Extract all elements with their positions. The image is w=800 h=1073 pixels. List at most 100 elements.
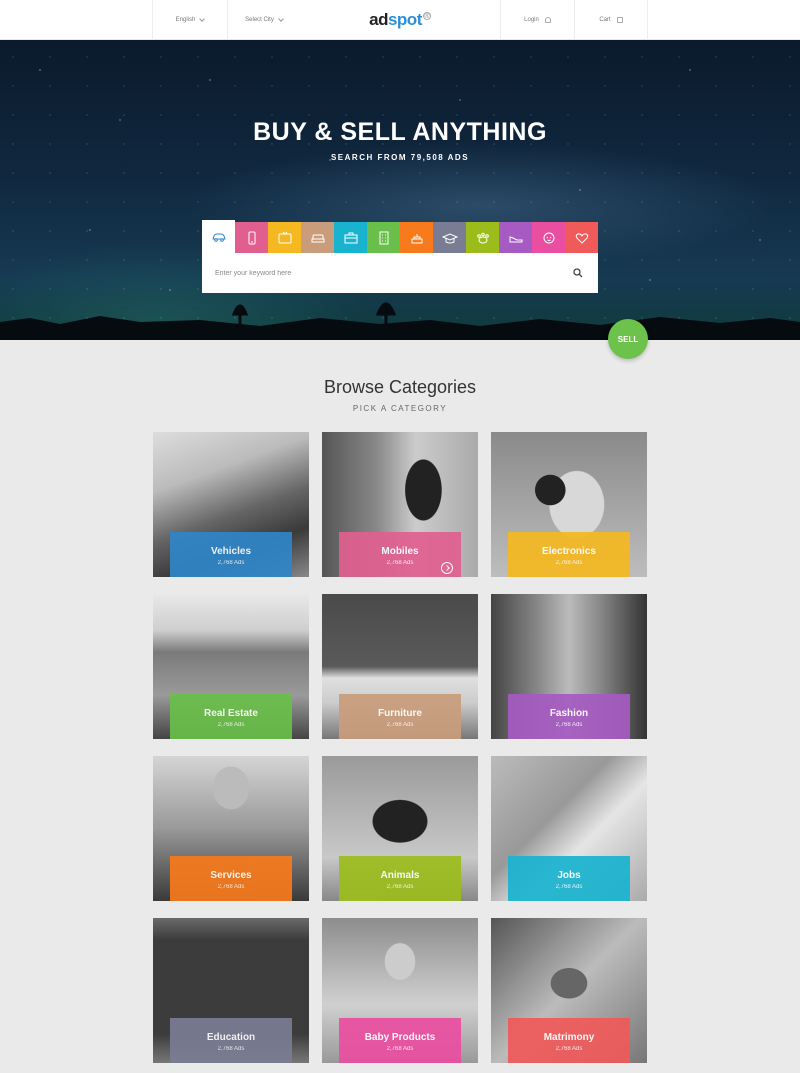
sell-button[interactable]: SELL	[608, 319, 648, 359]
category-name: Education	[206, 1032, 256, 1043]
category-name: Real Estate	[204, 708, 258, 719]
category-count: 2,768 Ads	[386, 560, 414, 566]
tab-jobs[interactable]	[334, 222, 367, 254]
tab-matrimony[interactable]	[565, 222, 598, 254]
heart-icon	[575, 233, 588, 244]
category-name: Matrimony	[543, 1032, 595, 1043]
search-input[interactable]	[215, 269, 558, 277]
category-count: 2,768 Ads	[217, 884, 245, 890]
arrow-right-icon[interactable]	[441, 562, 453, 574]
tab-vehicles[interactable]	[202, 220, 235, 254]
user-icon	[544, 17, 551, 23]
category-label: Electronics 2,768 Ads	[508, 532, 630, 577]
category-count: 2,768 Ads	[555, 884, 583, 890]
category-card-fashion[interactable]: Fashion 2,768 Ads	[491, 594, 647, 739]
category-card-furniture[interactable]: Furniture 2,768 Ads	[322, 594, 478, 739]
category-tabs	[202, 220, 598, 254]
tab-education[interactable]	[433, 222, 466, 254]
category-label: Education 2,768 Ads	[170, 1018, 292, 1063]
category-label: Mobiles 2,768 Ads	[339, 532, 461, 577]
category-card-electronics[interactable]: Electronics 2,768 Ads	[491, 432, 647, 577]
language-selector[interactable]: English	[152, 0, 227, 40]
category-name: Electronics	[542, 546, 596, 557]
logo[interactable]: adspot ®	[300, 0, 500, 40]
tab-real-estate[interactable]	[367, 222, 400, 254]
category-label: Animals 2,768 Ads	[339, 856, 461, 901]
category-card-animals[interactable]: Animals 2,768 Ads	[322, 756, 478, 901]
category-count: 2,768 Ads	[217, 722, 245, 728]
logo-text-spot: spot	[387, 10, 422, 29]
language-label: English	[175, 17, 196, 23]
category-count: 2,768 Ads	[386, 722, 414, 728]
category-count: 2,768 Ads	[217, 1046, 245, 1052]
tv-icon	[278, 231, 291, 244]
category-card-jobs[interactable]: Jobs 2,768 Ads	[491, 756, 647, 901]
category-label: Jobs 2,768 Ads	[508, 856, 630, 901]
logo-text-ad: ad	[369, 10, 388, 29]
briefcase-icon	[344, 232, 357, 244]
category-label: Vehicles 2,768 Ads	[170, 532, 292, 577]
category-card-baby-products[interactable]: Baby Products 2,768 Ads	[322, 918, 478, 1063]
category-count: 2,768 Ads	[555, 722, 583, 728]
building-icon	[379, 231, 388, 245]
category-card-education[interactable]: Education 2,768 Ads	[153, 918, 309, 1063]
category-count: 2,768 Ads	[555, 1046, 583, 1052]
hero-banner: BUY & SELL ANYTHING SEARCH FROM 79,508 A…	[0, 40, 800, 340]
search-bar	[202, 253, 598, 293]
registered-mark: ®	[422, 12, 431, 20]
baby-icon	[543, 232, 554, 244]
car-icon	[211, 233, 226, 242]
starfield-dust	[0, 40, 800, 340]
mobile-icon	[248, 231, 255, 245]
chevron-down-icon	[278, 15, 284, 22]
city-label: Select City	[245, 17, 274, 23]
browse-categories-subtitle: PICK A CATEGORY	[352, 404, 448, 413]
login-label: Login	[524, 17, 539, 23]
category-card-vehicles[interactable]: Vehicles 2,768 Ads	[153, 432, 309, 577]
category-name: Vehicles	[210, 546, 252, 557]
tab-electronics[interactable]	[268, 222, 301, 254]
category-label: Furniture 2,768 Ads	[339, 694, 461, 739]
category-name: Services	[210, 870, 252, 881]
tab-furniture[interactable]	[301, 222, 334, 254]
category-name: Fashion	[549, 708, 589, 719]
city-selector[interactable]: Select City	[227, 0, 300, 40]
category-label: Services 2,768 Ads	[170, 856, 292, 901]
category-card-services[interactable]: Services 2,768 Ads	[153, 756, 309, 901]
category-name: Furniture	[378, 708, 422, 719]
category-count: 2,768 Ads	[386, 1046, 414, 1052]
shoe-icon	[509, 236, 522, 243]
tab-mobiles[interactable]	[235, 222, 268, 254]
category-count: 2,768 Ads	[386, 884, 414, 890]
category-card-mobiles[interactable]: Mobiles 2,768 Ads	[322, 432, 478, 577]
treeline-silhouette	[0, 302, 800, 340]
chevron-down-icon	[199, 15, 206, 22]
category-count: 2,768 Ads	[555, 560, 583, 566]
top-navigation: English Select City adspot ® Login Cart	[0, 0, 800, 40]
category-name: Baby Products	[364, 1032, 436, 1043]
cart-link[interactable]: Cart	[574, 0, 648, 40]
browse-categories-title: Browse Categories	[323, 377, 477, 397]
sofa-icon	[311, 234, 324, 243]
category-name: Mobiles	[381, 546, 419, 557]
category-card-real-estate[interactable]: Real Estate 2,768 Ads	[153, 594, 309, 739]
category-name: Animals	[380, 870, 420, 881]
paw-icon	[476, 232, 489, 244]
category-card-matrimony[interactable]: Matrimony 2,768 Ads	[491, 918, 647, 1063]
hero-title: BUY & SELL ANYTHING	[253, 118, 547, 146]
tab-services[interactable]	[400, 222, 433, 254]
search-button[interactable]	[558, 253, 598, 293]
category-label: Matrimony 2,768 Ads	[508, 1018, 630, 1063]
category-count: 2,768 Ads	[217, 560, 245, 566]
tab-fashion[interactable]	[499, 222, 532, 254]
tab-baby-products[interactable]	[532, 222, 565, 254]
login-link[interactable]: Login	[500, 0, 574, 40]
tab-animals[interactable]	[466, 222, 499, 254]
cake-icon	[411, 234, 422, 244]
cart-label: Cart	[599, 17, 611, 23]
hero-subtitle: SEARCH FROM 79,508 ADS	[330, 153, 470, 162]
cart-icon	[616, 17, 623, 23]
category-label: Real Estate 2,768 Ads	[170, 694, 292, 739]
search-icon	[573, 268, 583, 278]
category-label: Baby Products 2,768 Ads	[339, 1018, 461, 1063]
